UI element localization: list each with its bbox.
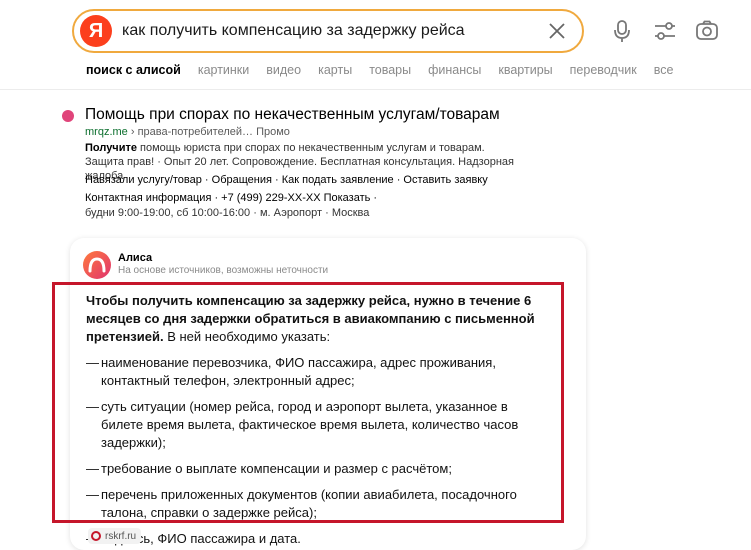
search-tabs: поиск с алисой картинки видео карты това… <box>86 63 690 77</box>
ad-hours: будни 9:00-19:00, сб 10:00-16:00 · м. Аэ… <box>85 207 370 219</box>
source-chip[interactable]: rskrf.ru <box>88 528 142 544</box>
tab-finance[interactable]: финансы <box>428 63 481 77</box>
tab-realty[interactable]: квартиры <box>498 63 552 77</box>
alice-icon <box>83 251 111 279</box>
answer-lead: Чтобы получить компенсацию за задержку р… <box>86 292 546 346</box>
list-dash: — <box>86 355 99 370</box>
list-item-text: требование о выплате компенсации и разме… <box>101 461 452 476</box>
list-item-text: суть ситуации (номер рейса, город и аэро… <box>101 399 519 450</box>
filter-icon[interactable] <box>652 18 678 44</box>
ad-url[interactable]: mrqz.me › права-потребителей… Промо <box>85 126 290 138</box>
source-domain[interactable]: rskrf.ru <box>105 531 136 542</box>
list-item: —подпись, ФИО пассажира и дата. <box>86 530 546 548</box>
tab-alice-search[interactable]: поиск с алисой <box>86 63 181 77</box>
answer-lead-text: В ней необходимо указать: <box>163 329 331 344</box>
list-item-text: перечень приложенных документов (копии а… <box>101 487 517 520</box>
alice-name: Алиса <box>118 252 153 264</box>
ad-title-link[interactable]: Помощь при спорах по некачественным услу… <box>85 106 500 124</box>
list-item: — наименование перевозчика, ФИО пассажира… <box>86 354 546 390</box>
microphone-icon[interactable] <box>609 18 635 44</box>
list-item-text: наименование перевозчика, ФИО пассажира,… <box>101 355 496 388</box>
search-input[interactable]: как получить компенсацию за задержку рей… <box>122 22 465 40</box>
ad-favicon <box>62 110 74 122</box>
ad-domain[interactable]: mrqz.me <box>85 126 128 138</box>
close-icon[interactable] <box>546 20 568 42</box>
alice-answer-text: Чтобы получить компенсацию за задержку р… <box>86 292 546 550</box>
tab-maps[interactable]: карты <box>318 63 352 77</box>
alice-disclaimer: На основе источников, возможны неточност… <box>118 265 329 276</box>
tabs-divider <box>0 89 751 90</box>
ad-desc-bold: Получите <box>85 142 137 154</box>
tab-all[interactable]: все <box>654 63 674 77</box>
list-dash: — <box>86 399 99 414</box>
source-favicon-icon <box>91 531 101 541</box>
tab-images[interactable]: картинки <box>198 63 249 77</box>
list-item: — суть ситуации (номер рейса, город и аэр… <box>86 398 546 452</box>
yandex-logo[interactable]: Я <box>80 15 112 47</box>
tab-translator[interactable]: переводчик <box>570 63 637 77</box>
search-bar[interactable]: Я как получить компенсацию за задержку р… <box>72 9 584 53</box>
list-item: — требование о выплате компенсации и разм… <box>86 460 546 478</box>
ad-sitelinks[interactable]: Навязали услугу/товар · Обращения · Как … <box>85 174 488 186</box>
tab-goods[interactable]: товары <box>369 63 411 77</box>
list-item: — перечень приложенных документов (копии … <box>86 486 546 522</box>
ad-contact-info[interactable]: Контактная информация · +7 (499) 229-XX-… <box>85 192 377 204</box>
list-dash: — <box>86 487 99 502</box>
camera-search-icon[interactable] <box>694 18 720 44</box>
list-dash: — <box>86 461 99 476</box>
ad-promo-label: Промо <box>256 126 290 138</box>
tab-video[interactable]: видео <box>266 63 301 77</box>
ad-path[interactable]: › права-потребителей… <box>131 126 253 138</box>
